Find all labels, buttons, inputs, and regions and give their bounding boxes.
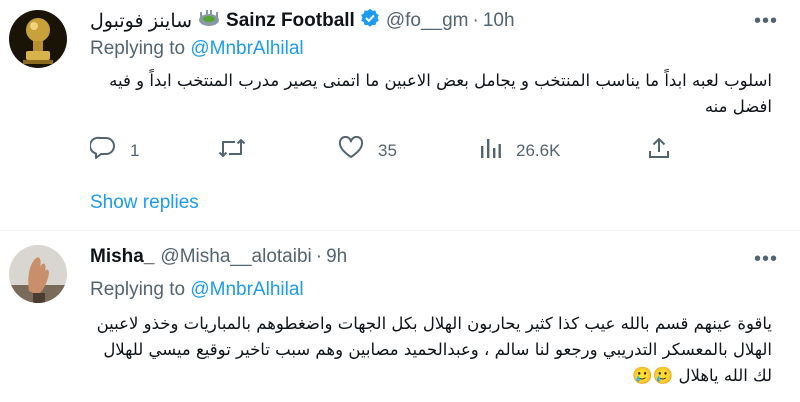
separator-dot: ·: [472, 10, 479, 31]
views-icon: [480, 136, 516, 165]
replying-prefix: Replying to: [90, 38, 186, 59]
replying-mention-link[interactable]: @MnbrAlhilal: [190, 279, 303, 300]
show-replies-link[interactable]: Show replies: [90, 192, 199, 214]
tweet-actions: 1 35 26.6K: [89, 135, 690, 165]
tweet-text: اسلوب لعبه ابداً ما يناسب المنتخب و يجام…: [109, 71, 772, 116]
tweet-text: ياقوة عينهم قسم بالله عيب كذا كثير يحارب…: [96, 314, 772, 385]
tweet-header: ساينز فوتبول Sainz Football @fo__gm · 10…: [90, 8, 515, 34]
tweet-sainz-football[interactable]: ساينز فوتبول Sainz Football @fo__gm · 10…: [0, 0, 800, 230]
verified-badge-icon: [360, 8, 380, 34]
display-name[interactable]: Sainz Football: [226, 10, 355, 32]
retweet-icon: [218, 136, 260, 165]
tweet-header: Misha_ @Misha__alotaibi · 9h: [90, 246, 347, 268]
reply-icon: [89, 136, 130, 165]
user-handle[interactable]: @Misha__alotaibi: [160, 246, 311, 268]
views-button[interactable]: 26.6K: [480, 136, 560, 165]
replying-to: Replying to @MnbrAlhilal: [90, 38, 304, 60]
user-handle[interactable]: @fo__gm: [386, 10, 469, 32]
replying-prefix: Replying to: [90, 279, 186, 300]
reply-count: 1: [130, 140, 140, 160]
like-count: 35: [378, 140, 397, 160]
views-count: 26.6K: [516, 140, 561, 160]
retweet-button[interactable]: [218, 136, 260, 165]
share-icon: [648, 136, 684, 165]
separator-dot: ·: [315, 246, 323, 267]
more-icon[interactable]: •••: [754, 248, 778, 271]
avatar-misha[interactable]: [9, 245, 67, 303]
like-icon: [338, 135, 378, 165]
display-name[interactable]: Misha_: [90, 246, 154, 268]
timestamp[interactable]: 10h: [483, 10, 515, 32]
replying-mention-link[interactable]: @MnbrAlhilal: [190, 38, 303, 59]
timestamp[interactable]: 9h: [326, 246, 347, 268]
tweet-misha[interactable]: Misha_ @Misha__alotaibi · 9h ••• Replyin…: [0, 231, 800, 402]
share-button[interactable]: [648, 136, 684, 165]
more-icon[interactable]: •••: [754, 10, 778, 33]
stadium-emoji-icon: [198, 8, 220, 34]
reply-button[interactable]: 1: [89, 136, 140, 165]
arabic-display-name: ساينز فوتبول: [90, 10, 193, 32]
avatar-sainz-football[interactable]: [9, 10, 67, 68]
replying-to: Replying to @MnbrAlhilal: [90, 279, 304, 301]
like-button[interactable]: 35: [338, 135, 397, 165]
